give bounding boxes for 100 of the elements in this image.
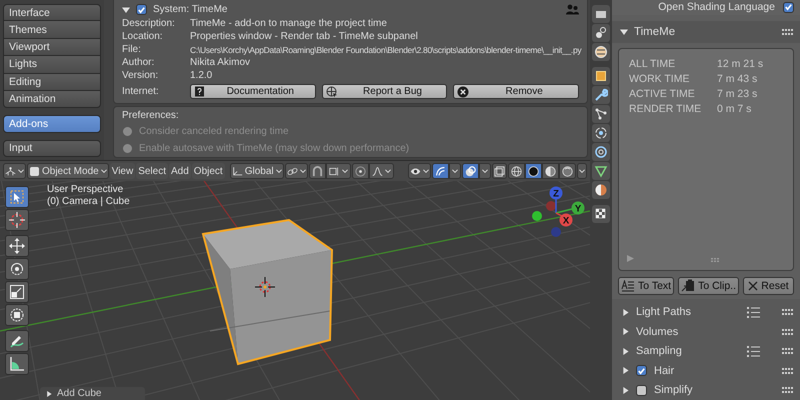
- panel-title[interactable]: Hair: [654, 364, 760, 377]
- disclosure-triangle-icon[interactable]: [622, 308, 629, 316]
- drag-grip-icon[interactable]: [782, 328, 794, 335]
- sidebar-item[interactable]: Lights: [3, 56, 101, 74]
- tool-button[interactable]: [5, 186, 29, 208]
- toggle-button[interactable]: [432, 163, 449, 179]
- disclosure-triangle-icon[interactable]: [622, 328, 629, 336]
- drag-grip-icon[interactable]: [782, 28, 794, 35]
- field-value: TimeMe - add-on to manage the project time: [190, 18, 387, 29]
- field-label: Description:: [122, 18, 176, 29]
- axis-handle[interactable]: Z: [550, 186, 562, 200]
- sidebar-item[interactable]: Input: [3, 140, 101, 158]
- panel-button[interactable]: Reset: [743, 276, 794, 294]
- panel-title[interactable]: Simplify: [654, 384, 760, 396]
- menu-item[interactable]: Add: [169, 163, 191, 179]
- shading-options-button[interactable]: [577, 163, 587, 179]
- falloff-button[interactable]: [368, 163, 394, 179]
- panel-button[interactable]: To Text: [618, 276, 674, 294]
- mode-dropdown[interactable]: Object Mode: [27, 163, 109, 179]
- sidebar-item[interactable]: Viewport: [3, 38, 101, 56]
- checkbox[interactable]: [636, 384, 647, 396]
- resize-grip-icon[interactable]: [711, 258, 721, 262]
- disclosure-triangle-icon[interactable]: [46, 390, 52, 396]
- viewport-info-text: (0) Camera | Cube: [47, 196, 130, 207]
- visibility-button[interactable]: [408, 163, 431, 179]
- snap-button[interactable]: [308, 163, 326, 179]
- tool-button[interactable]: [5, 258, 29, 280]
- drag-grip-icon[interactable]: [782, 348, 794, 354]
- text-lines-icon: [621, 280, 635, 292]
- cube-drawing[interactable]: [202, 218, 334, 366]
- disclosure-triangle-icon[interactable]: [620, 28, 628, 36]
- menu-item[interactable]: Select: [136, 163, 168, 179]
- drag-grip-icon[interactable]: [782, 309, 794, 316]
- toggle-button[interactable]: [462, 163, 479, 179]
- addon-button[interactable]: Remove: [453, 84, 580, 99]
- tool-button[interactable]: [5, 209, 29, 231]
- field-value: C:\Users\Korchy\AppData\Roaming\Blender Foundation\Blender\2.80\scripts\addons\blender-timeme\__init__.py: [190, 44, 582, 54]
- checker-icon[interactable]: [594, 207, 608, 221]
- editor-type-button[interactable]: [3, 163, 26, 179]
- operator-title: Add Cube: [57, 388, 102, 399]
- overlay-circles-icon: [465, 166, 476, 176]
- sidebar-item[interactable]: Editing: [3, 74, 101, 91]
- orbit-icon[interactable]: [594, 126, 608, 140]
- proportional-edit-button[interactable]: [352, 163, 369, 179]
- toggle-options-button[interactable]: [449, 163, 461, 179]
- tool-button[interactable]: [5, 304, 29, 326]
- dropdown-caret-icon: [384, 168, 391, 174]
- triangle-mesh-icon[interactable]: [594, 164, 608, 178]
- disclosure-triangle-icon[interactable]: [622, 386, 629, 394]
- object-square-icon[interactable]: [594, 69, 608, 83]
- eye-icon: [410, 166, 421, 176]
- rings-icon[interactable]: [594, 145, 608, 159]
- disclosure-triangle-icon[interactable]: [622, 367, 629, 374]
- sidebar-item[interactable]: Interface: [3, 4, 101, 22]
- tool-button[interactable]: [5, 353, 29, 375]
- shading-mode-button[interactable]: [542, 163, 559, 179]
- menu-item[interactable]: View: [110, 163, 136, 179]
- drag-grip-icon[interactable]: [782, 387, 794, 394]
- disclosure-triangle-icon[interactable]: [122, 6, 130, 14]
- preset-list-icon[interactable]: [747, 346, 760, 357]
- disclosure-triangle-icon[interactable]: [622, 348, 629, 355]
- tool-button[interactable]: [5, 235, 29, 257]
- option-label: Enable autosave with TimeMe (may slow down performance): [139, 143, 410, 154]
- dropdown-caret-icon: [18, 168, 24, 174]
- panel-title[interactable]: Sampling: [636, 345, 740, 358]
- orientation-dropdown[interactable]: Global: [230, 163, 284, 179]
- objects-icon[interactable]: [594, 26, 608, 40]
- sidebar-item[interactable]: Themes: [3, 21, 101, 39]
- wrench-icon[interactable]: [594, 88, 608, 102]
- material-ball-icon[interactable]: [594, 183, 608, 197]
- shading-mode-button[interactable]: [508, 163, 525, 179]
- toggle-options-button[interactable]: [479, 163, 491, 179]
- vertex-graph-icon[interactable]: [594, 107, 608, 121]
- pivot-button[interactable]: [284, 163, 308, 179]
- checkbox[interactable]: [136, 4, 147, 15]
- sidebar-item[interactable]: Animation: [3, 90, 101, 108]
- panel-button[interactable]: To Clip..: [678, 276, 740, 294]
- shading-mode-button[interactable]: [525, 163, 542, 179]
- axis-handle[interactable]: Y: [572, 202, 584, 214]
- drag-grip-icon[interactable]: [782, 368, 794, 374]
- operator-panel[interactable]: Add Cube: [40, 387, 145, 400]
- transform-circle-icon: [9, 307, 25, 323]
- panel-title[interactable]: Volumes: [636, 326, 760, 338]
- tool-button[interactable]: [5, 281, 29, 303]
- xray-button[interactable]: [492, 163, 507, 179]
- preset-list-icon[interactable]: [747, 306, 760, 318]
- menu-item[interactable]: Object: [192, 163, 225, 179]
- shading-mode-button[interactable]: [559, 163, 576, 179]
- addon-button[interactable]: Report a Bug: [322, 84, 448, 99]
- globe-icon: [326, 86, 338, 98]
- checkbox[interactable]: [636, 365, 647, 376]
- panel-title[interactable]: Light Paths: [636, 306, 740, 318]
- sidebar-item[interactable]: Add-ons: [3, 115, 101, 133]
- axis-handle[interactable]: X: [560, 214, 572, 226]
- tool-button[interactable]: [5, 330, 29, 352]
- addon-button[interactable]: Documentation: [190, 84, 316, 99]
- addon-title: System: TimeMe: [153, 4, 228, 15]
- snap-target-button[interactable]: [326, 163, 351, 179]
- globe-icon[interactable]: [594, 45, 608, 59]
- checkbox[interactable]: [783, 2, 794, 13]
